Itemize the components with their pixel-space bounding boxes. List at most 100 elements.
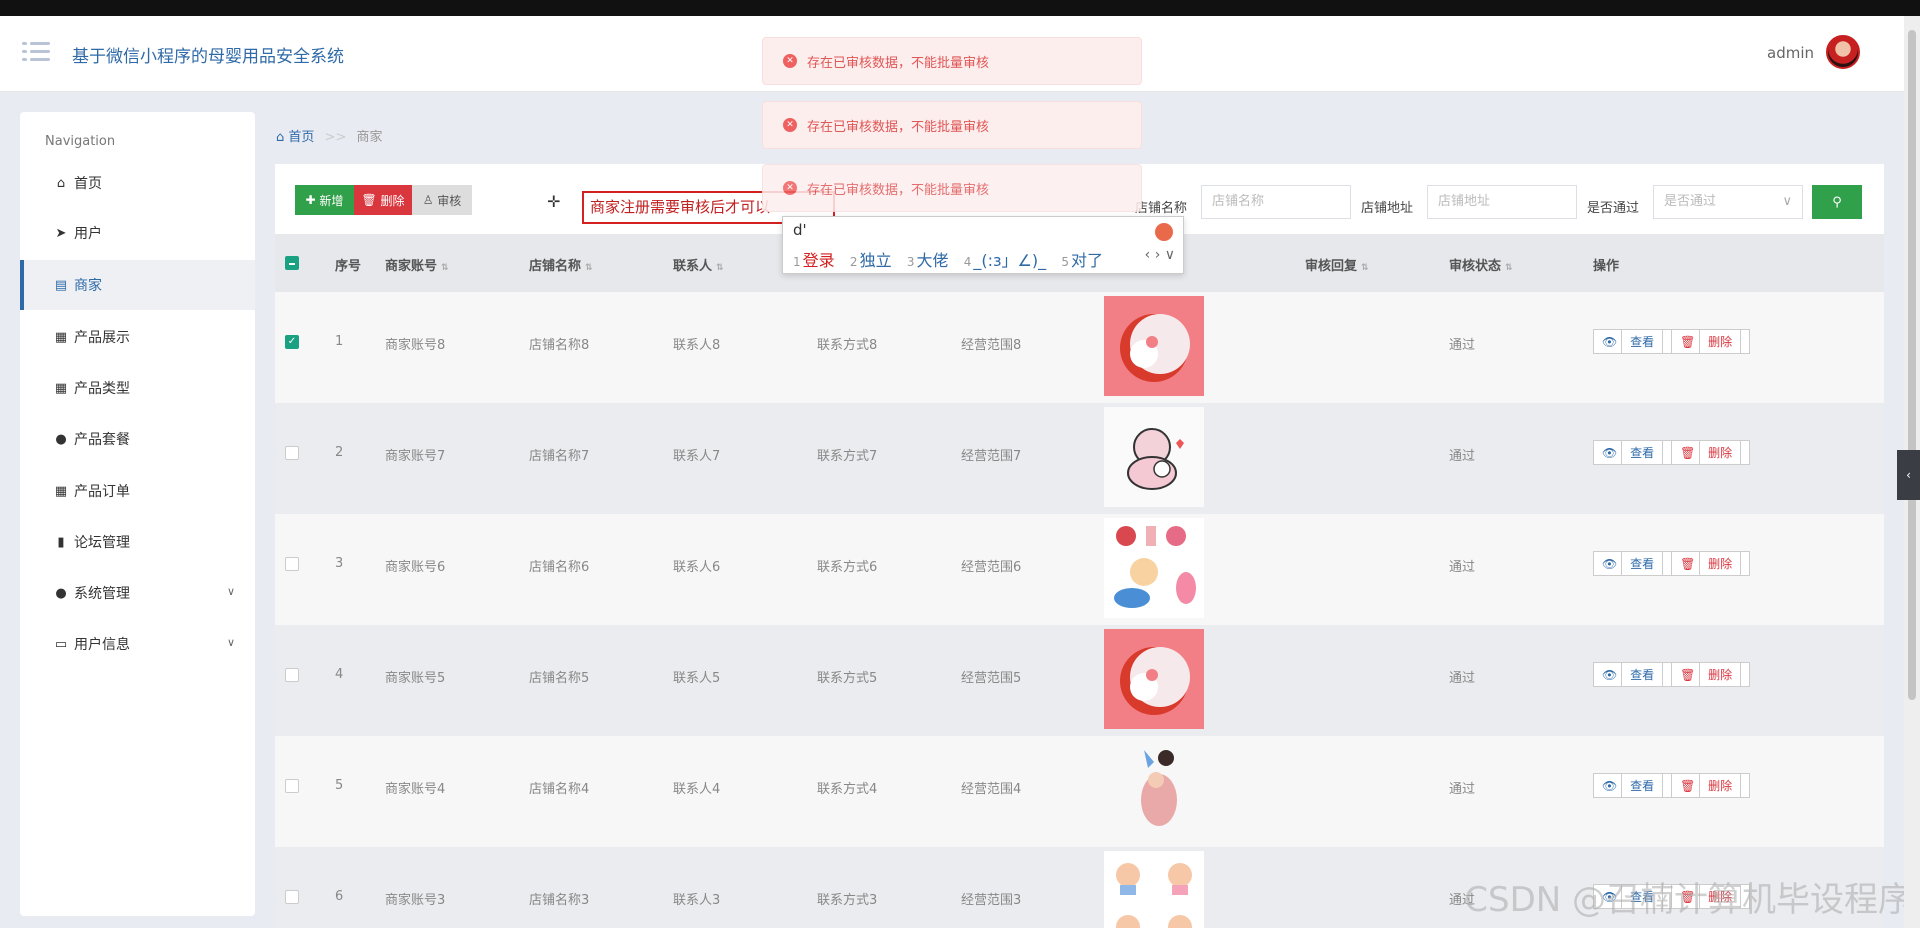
scrollbar-thumb[interactable] xyxy=(1908,30,1916,700)
header-contact[interactable]: 联系人 ⇅ xyxy=(673,255,724,274)
delete-row-button[interactable]: 🗑 删除 xyxy=(1672,662,1751,687)
product-thumbnail[interactable] xyxy=(1104,518,1204,618)
delete-row-button[interactable]: 🗑 删除 xyxy=(1672,329,1751,354)
paper-plane-icon: ➤ xyxy=(55,225,67,241)
ime-candidate-index: 1 xyxy=(793,255,801,269)
sort-icon: ⇅ xyxy=(585,263,593,273)
row-checkbox[interactable] xyxy=(285,446,299,460)
view-button[interactable]: 👁 查看 xyxy=(1593,773,1673,798)
ime-candidate-text: 大佬 xyxy=(916,251,949,270)
sidebar-item-products[interactable]: ▦ 产品展示 xyxy=(20,312,255,362)
sidebar-item-label: 论坛管理 xyxy=(74,535,130,551)
menu-toggle-icon[interactable] xyxy=(22,40,50,62)
shop-address-input[interactable]: 店铺地址 xyxy=(1427,185,1577,219)
view-label: 查看 xyxy=(1621,329,1664,354)
sidebar-item-forum[interactable]: ▮ 论坛管理 xyxy=(20,517,255,567)
delete-row-button[interactable]: 🗑 删除 xyxy=(1672,440,1751,465)
sidebar-item-user[interactable]: ➤ 用户 xyxy=(20,208,255,258)
add-button[interactable]: ✚ 新增 xyxy=(295,185,354,215)
avatar[interactable] xyxy=(1826,35,1860,69)
row-checkbox[interactable] xyxy=(285,668,299,682)
ime-candidate[interactable]: 2 独立 xyxy=(850,251,892,270)
watermark: CSDN @召楠计算机毕设程序 xyxy=(1464,880,1912,920)
cell-no: 5 xyxy=(335,778,344,793)
table-row[interactable]: ✓ 1 商家账号8 店铺名称8 联系人8 联系方式8 经营范围8 通过 👁 查看 🗑 删除 xyxy=(275,292,1884,403)
delete-row-button[interactable]: 🗑 删除 xyxy=(1672,551,1751,576)
delete-button[interactable]: 🗑 删除 xyxy=(354,185,412,215)
side-collapse-tab[interactable]: ‹ xyxy=(1897,450,1920,500)
sidebar-item-user-info[interactable]: ▭ 用户信息 ∨ xyxy=(20,619,255,669)
app-title: 基于微信小程序的母婴用品安全系统 xyxy=(72,47,344,67)
row-checkbox[interactable] xyxy=(285,779,299,793)
delete-row-label: 删除 xyxy=(1699,662,1742,687)
user-icon: ● xyxy=(55,431,67,447)
ime-candidate[interactable]: 5 对了 xyxy=(1061,251,1103,270)
table-row[interactable]: 4 商家账号5 店铺名称5 联系人5 联系方式5 经营范围5 通过 👁 查看 🗑 删除 xyxy=(275,625,1884,736)
sidebar-item-merchant[interactable]: ▤ 商家 xyxy=(20,260,255,310)
table-row[interactable]: 2 商家账号7 店铺名称7 联系人7 联系方式7 经营范围7 通过 👁 查看 🗑 删除 xyxy=(275,403,1884,514)
approved-select[interactable]: 是否通过 ∨ xyxy=(1653,185,1803,219)
view-button[interactable]: 👁 查看 xyxy=(1593,551,1673,576)
row-checkbox[interactable]: ✓ xyxy=(285,335,299,349)
sidebar-item-label: 产品展示 xyxy=(74,330,130,346)
search-button[interactable]: ⚲ xyxy=(1812,185,1862,219)
ime-candidate-text: 对了 xyxy=(1071,251,1104,270)
row-actions: 👁 查看 🗑 删除 xyxy=(1593,440,1751,465)
sidebar-item-home[interactable]: ⌂ 首页 xyxy=(20,158,255,208)
header-shop-label: 店铺名称 xyxy=(529,259,582,274)
cell-scope: 经营范围7 xyxy=(961,449,1022,464)
error-icon: ✕ xyxy=(783,181,797,195)
delete-row-button[interactable]: 🗑 删除 xyxy=(1672,773,1751,798)
sort-icon: ⇅ xyxy=(441,263,449,273)
cell-shop: 店铺名称8 xyxy=(529,338,590,353)
sort-icon: ⇅ xyxy=(1361,263,1369,273)
table-row[interactable]: 5 商家账号4 店铺名称4 联系人4 联系方式4 经营范围4 通过 👁 查看 🗑 删除 xyxy=(275,736,1884,847)
audit-button[interactable]: ♙ 审核 xyxy=(412,185,472,215)
product-thumbnail[interactable] xyxy=(1104,740,1204,840)
cell-scope: 经营范围3 xyxy=(961,893,1022,908)
sidebar-item-packages[interactable]: ● 产品套餐 xyxy=(20,414,255,464)
user-name[interactable]: admin xyxy=(1767,44,1814,62)
header-reply[interactable]: 审核回复 ⇅ xyxy=(1305,255,1369,274)
row-checkbox[interactable] xyxy=(285,557,299,571)
header-shop[interactable]: 店铺名称 ⇅ xyxy=(529,255,593,274)
ime-page-nav[interactable]: ‹ › ∨ xyxy=(1145,247,1175,263)
row-checkbox[interactable] xyxy=(285,890,299,904)
sidebar-item-orders[interactable]: ▦ 产品订单 xyxy=(20,466,255,516)
product-thumbnail[interactable] xyxy=(1104,296,1204,396)
header-account[interactable]: 商家账号 ⇅ xyxy=(385,255,449,274)
ime-candidate[interactable]: 1 登录 xyxy=(793,251,835,270)
view-button[interactable]: 👁 查看 xyxy=(1593,662,1673,687)
view-button[interactable]: 👁 查看 xyxy=(1593,440,1673,465)
cell-no: 6 xyxy=(335,889,344,904)
toast-message: 存在已审核数据，不能批量审核 xyxy=(807,55,990,71)
product-thumbnail[interactable] xyxy=(1104,629,1204,729)
cell-shop: 店铺名称4 xyxy=(529,782,590,797)
header-status[interactable]: 审核状态 ⇅ xyxy=(1449,255,1513,274)
error-icon: ✕ xyxy=(783,54,797,68)
sidebar-item-product-types[interactable]: ▦ 产品类型 xyxy=(20,363,255,413)
product-thumbnail[interactable] xyxy=(1104,407,1204,507)
cell-account: 商家账号4 xyxy=(385,782,446,797)
audit-label: 审核 xyxy=(437,193,462,208)
header-contact-label: 联系人 xyxy=(673,259,713,274)
table-row[interactable]: 3 商家账号6 店铺名称6 联系人6 联系方式6 经营范围6 通过 👁 查看 🗑 删除 xyxy=(275,514,1884,625)
top-border xyxy=(0,0,1920,16)
cell-phone: 联系方式5 xyxy=(817,671,878,686)
view-button[interactable]: 👁 查看 xyxy=(1593,329,1673,354)
sort-icon: ⇅ xyxy=(716,263,724,273)
sidebar-item-system[interactable]: ● 系统管理 ∨ xyxy=(20,568,255,618)
cell-account: 商家账号6 xyxy=(385,560,446,575)
cell-status: 通过 xyxy=(1449,560,1476,575)
sidebar-item-label: 首页 xyxy=(74,176,102,192)
view-label: 查看 xyxy=(1621,440,1664,465)
select-all-checkbox[interactable] xyxy=(285,256,299,270)
shop-name-input[interactable]: 店铺名称 xyxy=(1201,185,1351,219)
header-actions: 操作 xyxy=(1593,259,1620,274)
ime-candidate[interactable]: 3 大佬 xyxy=(907,251,949,270)
breadcrumb-home[interactable]: ⌂ 首页 xyxy=(276,130,314,145)
ime-logo-icon xyxy=(1155,223,1173,241)
cell-scope: 经营范围5 xyxy=(961,671,1022,686)
ime-candidate[interactable]: 4 _(:з」∠)_ xyxy=(964,251,1046,270)
product-thumbnail[interactable] xyxy=(1104,851,1204,928)
